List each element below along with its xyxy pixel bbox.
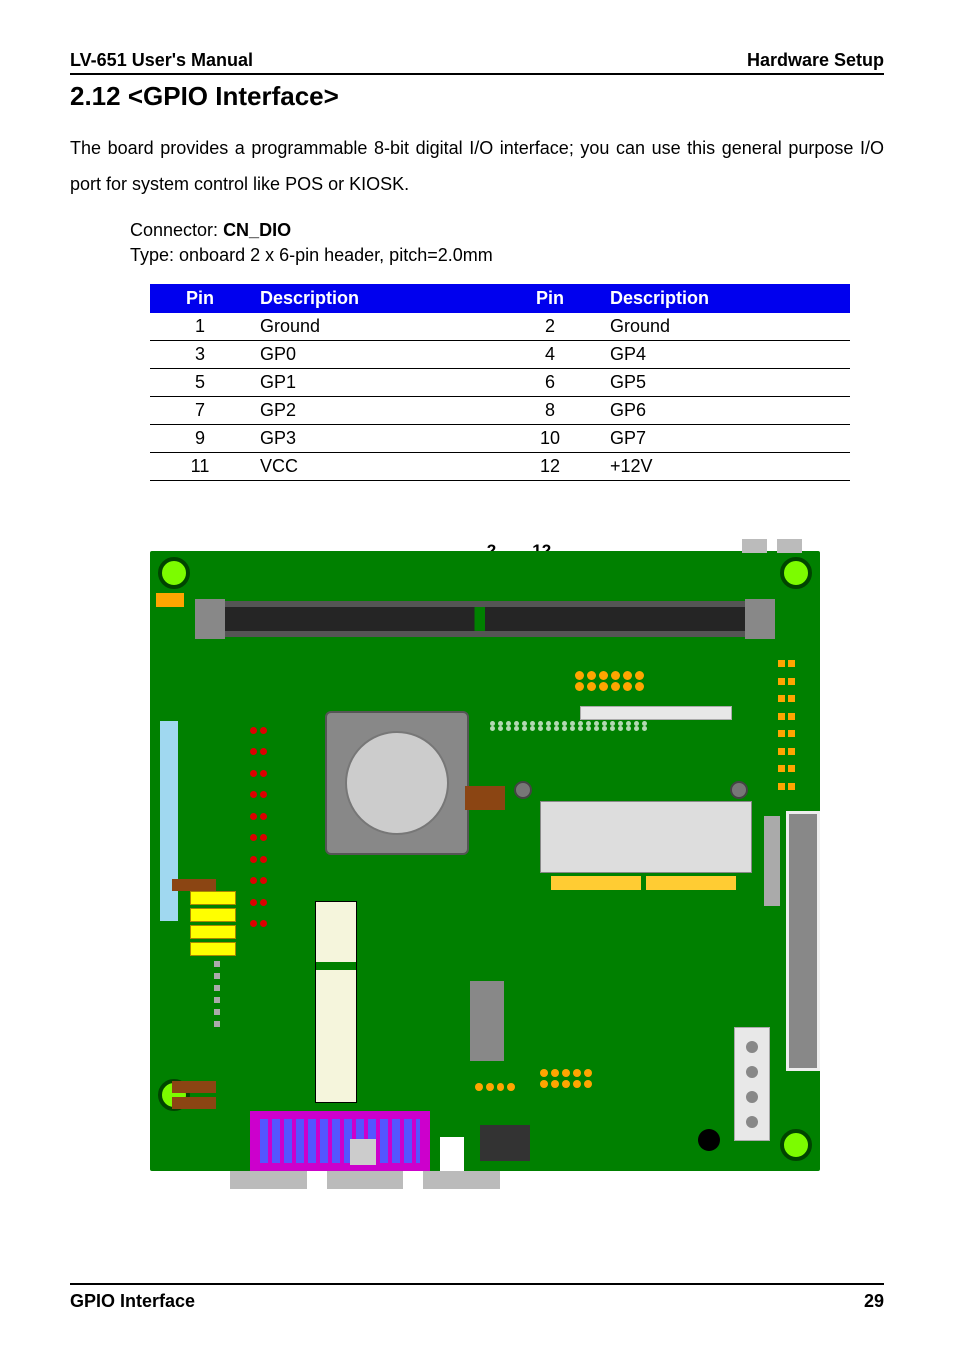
small-header-icon bbox=[475, 1079, 515, 1095]
smd-icon bbox=[200, 961, 234, 1081]
standoff-icon bbox=[514, 781, 532, 799]
footer-page-number: 29 bbox=[864, 1291, 884, 1312]
power-connector-icon bbox=[734, 1027, 770, 1141]
header-right: Hardware Setup bbox=[747, 50, 884, 71]
front-panel-header-icon bbox=[160, 721, 178, 921]
side-header-icon bbox=[774, 651, 812, 799]
th-pin-2: Pin bbox=[500, 284, 600, 313]
fan-header-icon bbox=[465, 786, 505, 810]
table-row: 7 GP2 8 GP6 bbox=[150, 397, 850, 425]
table-row: 11 VCC 12 +12V bbox=[150, 453, 850, 481]
rear-io-block-icon bbox=[250, 1111, 430, 1171]
capacitor-icon bbox=[698, 1129, 720, 1151]
ide-header-icon bbox=[490, 721, 730, 749]
expansion-slot-icon bbox=[315, 901, 357, 1103]
mounting-hole-icon bbox=[780, 1129, 812, 1161]
cn-dio-header-on-board-icon bbox=[575, 671, 665, 699]
connector-icon bbox=[764, 816, 780, 906]
table-row: 1 Ground 2 Ground bbox=[150, 313, 850, 341]
table-row: 3 GP0 4 GP4 bbox=[150, 341, 850, 369]
th-desc-2: Description bbox=[600, 284, 850, 313]
pcb-board-icon bbox=[150, 551, 820, 1171]
table-row: 9 GP3 10 GP7 bbox=[150, 425, 850, 453]
table-row: 5 GP1 6 GP5 bbox=[150, 369, 850, 397]
dimm-slot-icon bbox=[195, 601, 775, 637]
footer-left: GPIO Interface bbox=[70, 1291, 195, 1312]
page-header: LV-651 User's Manual Hardware Setup bbox=[70, 50, 884, 75]
connector-line: Connector: CN_DIO bbox=[130, 220, 884, 241]
yellow-jumpers-icon bbox=[190, 891, 234, 961]
page-footer: GPIO Interface 29 bbox=[70, 1283, 884, 1312]
mounting-hole-icon bbox=[158, 557, 190, 589]
jumper-icon bbox=[172, 879, 216, 891]
jumper-icon bbox=[172, 1081, 216, 1093]
section-title: 2.12 <GPIO Interface> bbox=[70, 81, 884, 112]
header-left: LV-651 User's Manual bbox=[70, 50, 253, 71]
standoff-icon bbox=[730, 781, 748, 799]
jumper-icon bbox=[156, 593, 184, 607]
connector-icon bbox=[580, 706, 732, 720]
connector-icon bbox=[350, 1139, 376, 1165]
th-desc-1: Description bbox=[250, 284, 500, 313]
connector-icon bbox=[440, 1137, 464, 1171]
top-connector-icon bbox=[742, 539, 802, 553]
th-pin-1: Pin bbox=[150, 284, 250, 313]
connector-name: CN_DIO bbox=[223, 220, 291, 240]
red-header-icon bbox=[250, 721, 276, 933]
pinout-table: Pin Description Pin Description 1 Ground… bbox=[150, 284, 850, 481]
pcb-diagram-area: 2 12 1 11 CN_DIO bbox=[150, 551, 884, 1171]
connector-prefix: Connector: bbox=[130, 220, 223, 240]
cpu-heatsink-icon bbox=[325, 711, 469, 855]
intro-paragraph: The board provides a programmable 8-bit … bbox=[70, 130, 884, 202]
edge-connector-icon bbox=[786, 811, 820, 1071]
connector-icon bbox=[480, 1125, 530, 1161]
mounting-hole-icon bbox=[780, 557, 812, 589]
small-header-icon bbox=[540, 1069, 610, 1095]
jumper-icon bbox=[172, 1097, 216, 1109]
chipset-icon bbox=[540, 801, 752, 873]
connector-icon bbox=[470, 981, 504, 1061]
type-line: Type: onboard 2 x 6-pin header, pitch=2.… bbox=[130, 245, 884, 266]
bottom-ports-icon bbox=[230, 1171, 500, 1189]
